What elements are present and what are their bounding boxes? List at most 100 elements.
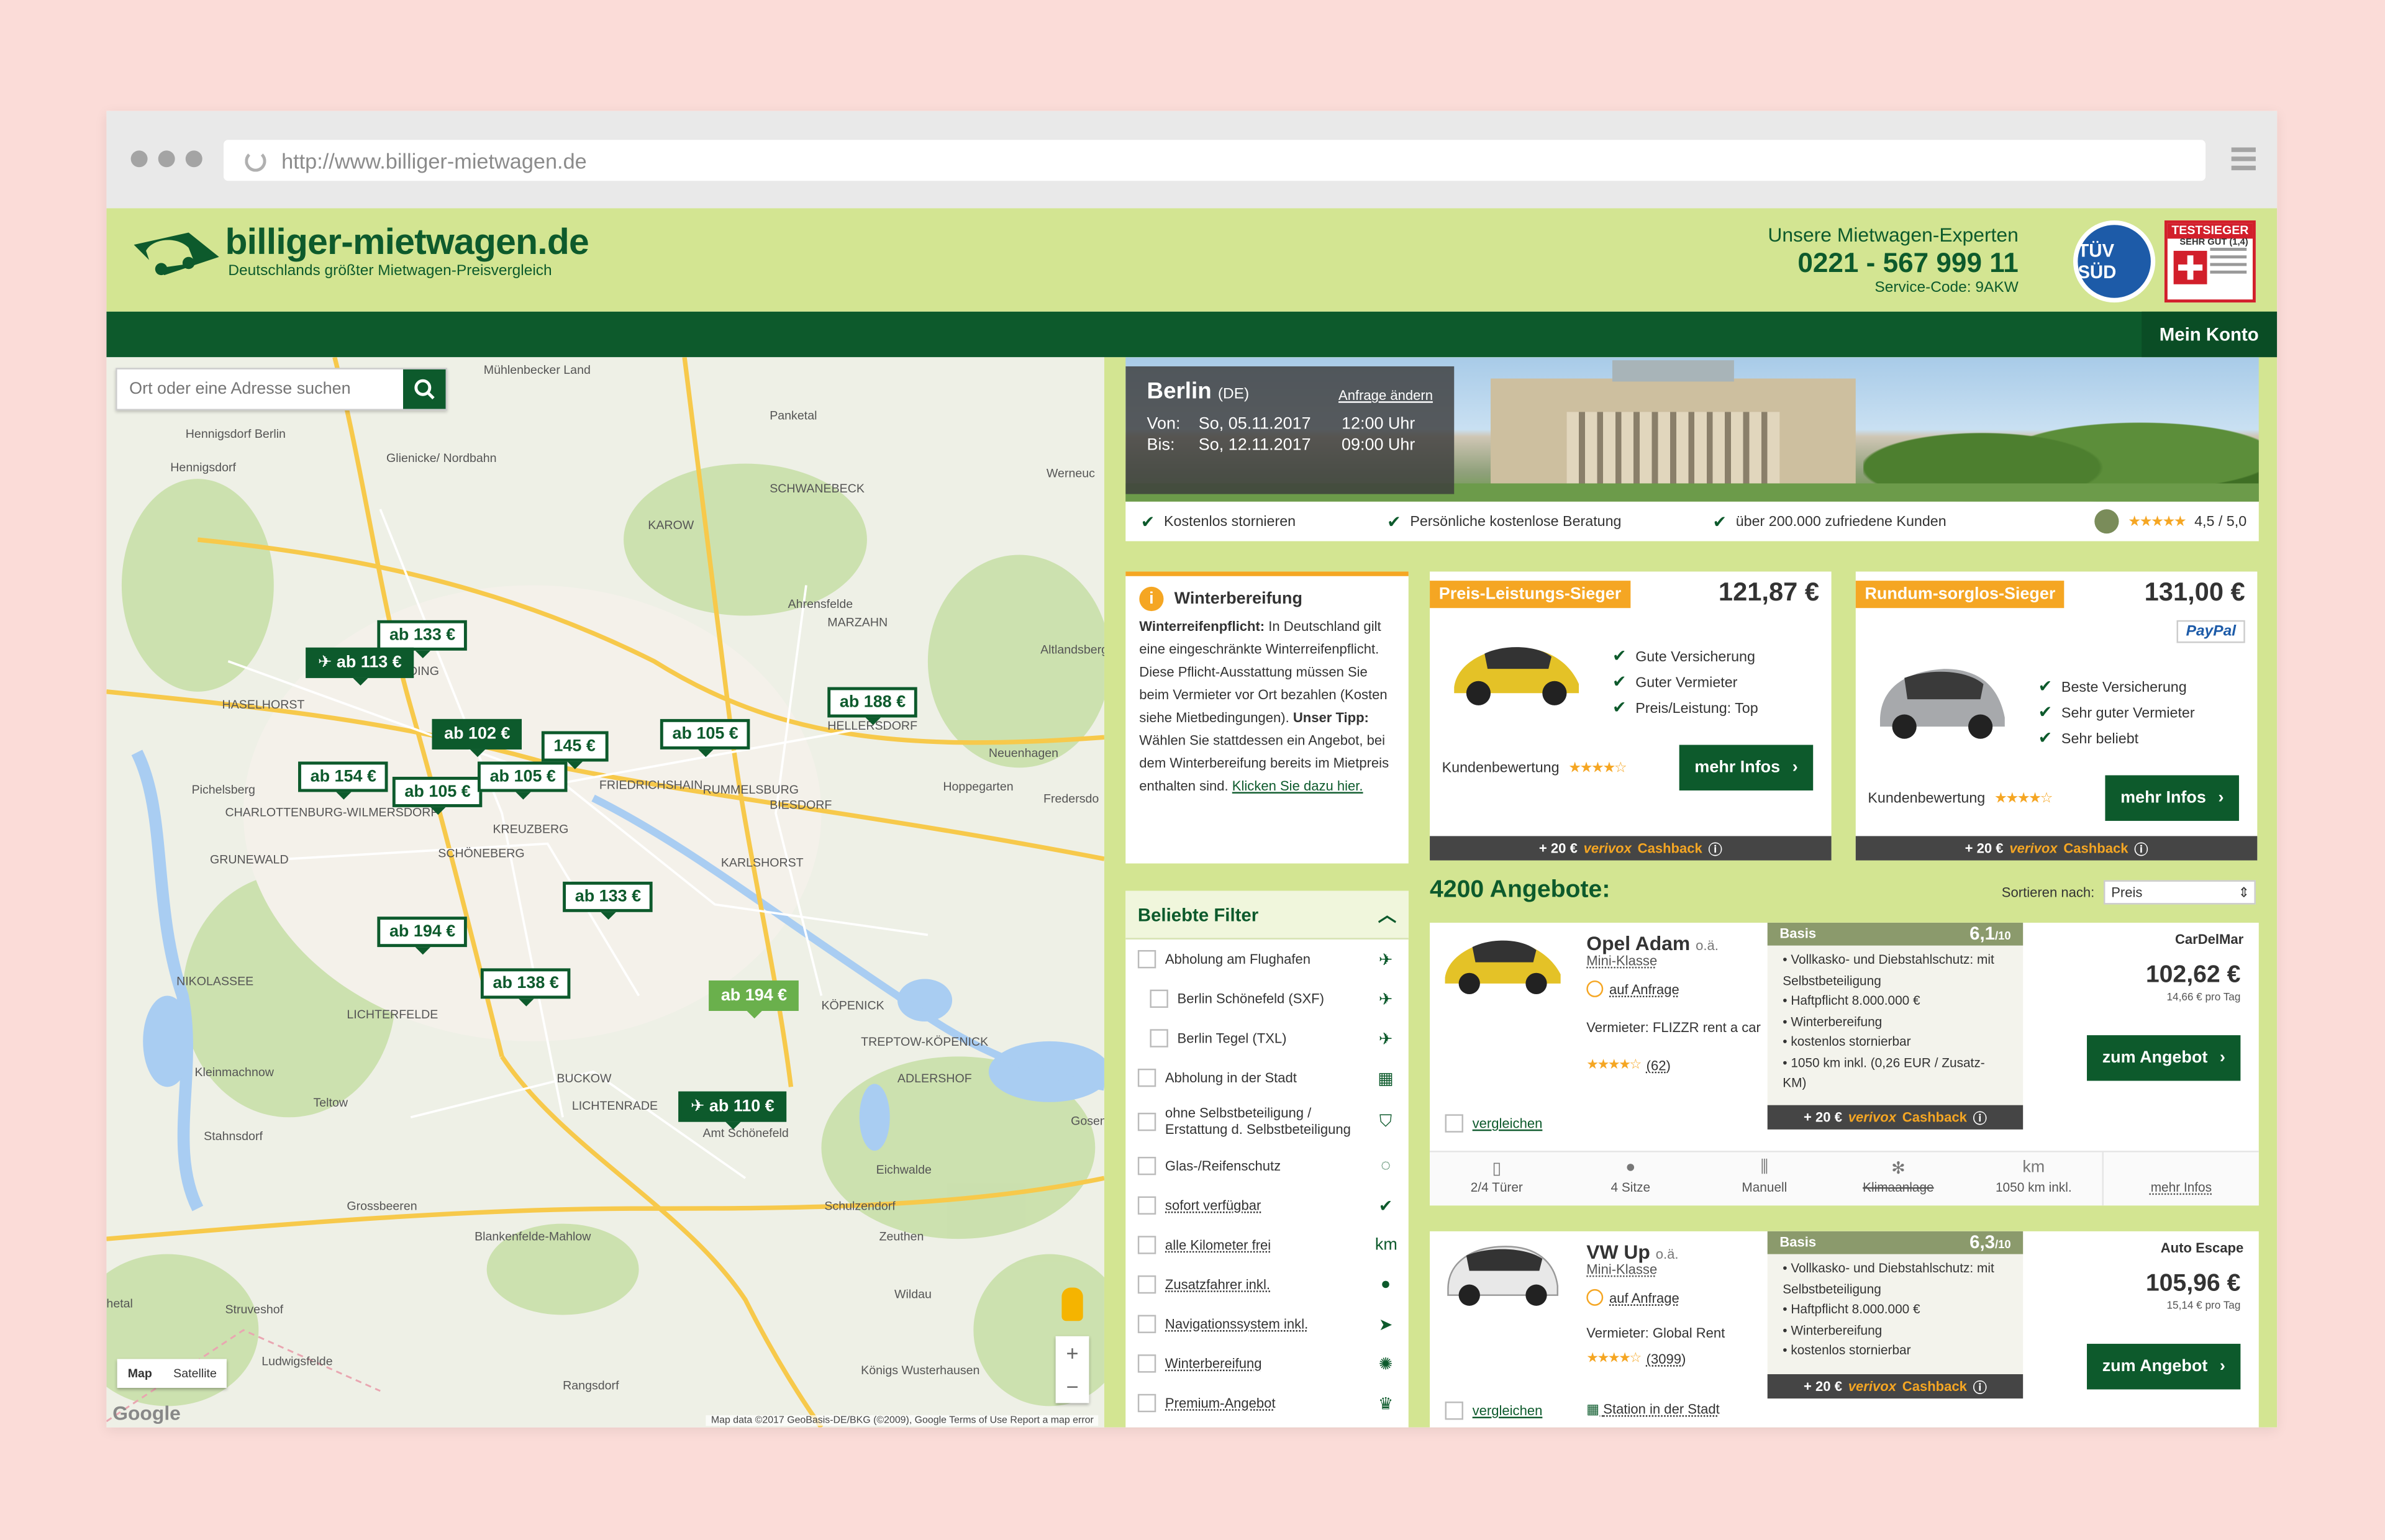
availability[interactable]: auf Anfrage bbox=[1586, 1289, 1679, 1306]
map-price-pin[interactable]: ab 133 € bbox=[563, 881, 653, 920]
filter-option[interactable]: Zusatzfahrer inkl. ● bbox=[1125, 1265, 1409, 1305]
street-view-pegman-icon[interactable] bbox=[1061, 1287, 1083, 1321]
car-class[interactable]: Mini-Klasse bbox=[1586, 1262, 1657, 1277]
map-search-input[interactable] bbox=[117, 369, 403, 409]
info-icon[interactable]: ⓘ bbox=[1973, 1107, 1987, 1127]
to-offer-button[interactable]: zum Angebot › bbox=[2087, 1344, 2241, 1390]
more-info-button[interactable]: mehr Infos › bbox=[1679, 745, 1814, 790]
offer-card[interactable]: Opel Adam o.ä. Mini-Klasse auf Anfrage V… bbox=[1430, 922, 2259, 1206]
logo[interactable]: billiger-mietwagen.de Deutschlands größt… bbox=[128, 223, 589, 288]
cashback-bar[interactable]: + 20 € verivox Cashback ⓘ bbox=[1430, 836, 1832, 861]
menu-icon[interactable] bbox=[2231, 147, 2256, 174]
offer-card[interactable]: VW Up o.ä. Mini-Klasse auf Anfrage Vermi… bbox=[1430, 1231, 2259, 1428]
more-info-button[interactable]: mehr Infos › bbox=[2105, 775, 2239, 821]
filter-checkbox[interactable] bbox=[1137, 1196, 1156, 1215]
more-info-link[interactable]: mehr Infos bbox=[2102, 1152, 2259, 1206]
compare-checkbox[interactable]: vergleichen bbox=[1445, 1114, 1542, 1133]
chevron-up-icon[interactable]: ︿ bbox=[1378, 902, 1396, 928]
phone-number[interactable]: 0221 - 567 999 11 bbox=[1768, 247, 2018, 280]
filter-checkbox[interactable] bbox=[1137, 1354, 1156, 1373]
cashback-bar[interactable]: + 20 € verivox Cashback ⓘ bbox=[1855, 836, 2258, 861]
filter-option[interactable]: Berlin Schönefeld (SXF) ✈ bbox=[1125, 979, 1409, 1019]
filter-checkbox[interactable] bbox=[1137, 1315, 1156, 1333]
map-price-pin[interactable]: ab 133 € bbox=[377, 620, 468, 658]
map-price-pin[interactable]: ab 154 € bbox=[298, 761, 389, 800]
car-class[interactable]: Mini-Klasse bbox=[1586, 953, 1657, 968]
station-location[interactable]: ▦ Station in der Stadt bbox=[1586, 1402, 1719, 1418]
map-search-button[interactable] bbox=[402, 369, 446, 409]
cashback-bar[interactable]: + 20 € verivox Cashback ⓘ bbox=[1767, 1105, 2024, 1130]
filter-option[interactable]: Berlin Tegel (TXL) ✈ bbox=[1125, 1018, 1409, 1058]
account-link[interactable]: Mein Konto bbox=[2141, 311, 2278, 358]
vendor: Vermieter: FLIZZR rent a car bbox=[1586, 1020, 1761, 1036]
filter-checkbox[interactable] bbox=[1137, 950, 1156, 969]
car-image-opel-adam bbox=[1445, 940, 1561, 994]
map-price-pin[interactable]: ab 138 € bbox=[480, 968, 571, 1007]
filter-icon: ♛ bbox=[1378, 1395, 1394, 1413]
review-count[interactable]: (3099) bbox=[1647, 1351, 1686, 1366]
car-model[interactable]: VW Up bbox=[1586, 1241, 1650, 1264]
map[interactable]: Mühlenbecker Land Hennigsdorf Berlin Henni… bbox=[106, 357, 1104, 1428]
map-place-label: ADLERSHOF bbox=[897, 1071, 972, 1085]
zoom-out-button[interactable]: − bbox=[1056, 1370, 1089, 1403]
filter-option[interactable]: Navigationssystem inkl. ➤ bbox=[1125, 1304, 1409, 1344]
filter-option[interactable]: ohne Selbstbeteiligung / Erstattung d. S… bbox=[1125, 1097, 1409, 1146]
map-price-pin[interactable]: ✈ ab 110 € bbox=[678, 1091, 787, 1130]
customer-rating[interactable]: ★★★★★ 4,5 / 5,0 bbox=[2094, 509, 2246, 534]
filter-icon: ◌ bbox=[1381, 1156, 1391, 1175]
availability[interactable]: auf Anfrage bbox=[1586, 980, 1679, 997]
map-price-pin[interactable]: ab 194 € bbox=[377, 917, 468, 955]
map-price-pin[interactable]: ab 194 € bbox=[709, 980, 799, 1019]
to-offer-button[interactable]: zum Angebot › bbox=[2087, 1035, 2241, 1081]
zoom-in-button[interactable]: + bbox=[1056, 1336, 1089, 1370]
verivox-logo: verivox bbox=[1848, 1379, 1896, 1394]
change-request-link[interactable]: Anfrage ändern bbox=[1338, 387, 1433, 402]
cashback-label: Cashback bbox=[1902, 1110, 1967, 1125]
reload-icon[interactable] bbox=[245, 150, 266, 171]
map-price-pin[interactable]: ab 188 € bbox=[827, 687, 918, 725]
review-count[interactable]: (62) bbox=[1647, 1058, 1671, 1072]
hero-banner: Berlin (DE) Anfrage ändern Von: So, 05.1… bbox=[1125, 357, 2259, 502]
window-controls[interactable] bbox=[130, 150, 202, 168]
filter-checkbox[interactable] bbox=[1150, 989, 1168, 1008]
filter-option[interactable]: Premium-Angebot ♛ bbox=[1125, 1384, 1409, 1423]
map-type-map[interactable]: Map bbox=[117, 1359, 163, 1388]
address-bar[interactable]: http://www.billiger-mietwagen.de bbox=[224, 140, 2206, 181]
filter-header[interactable]: Beliebte Filter ︿ bbox=[1125, 890, 1409, 940]
map-attribution[interactable]: Map data ©2017 GeoBasis-DE/BKG (©2009), … bbox=[706, 1415, 1099, 1426]
filter-checkbox[interactable] bbox=[1150, 1029, 1168, 1048]
filter-option[interactable]: Abholung am Flughafen ✈ bbox=[1125, 940, 1409, 979]
map-price-pin[interactable]: ab 102 € bbox=[432, 718, 523, 758]
filter-option[interactable]: Winterbereifung ✺ bbox=[1125, 1344, 1409, 1384]
info-icon[interactable]: ⓘ bbox=[1709, 838, 1722, 858]
filter-checkbox[interactable] bbox=[1137, 1275, 1156, 1294]
filter-checkbox[interactable] bbox=[1137, 1156, 1156, 1175]
offer-price: 105,96 € bbox=[2145, 1270, 2241, 1297]
filter-option[interactable]: Glas-/Reifenschutz ◌ bbox=[1125, 1146, 1409, 1186]
hero-country: (DE) bbox=[1217, 386, 1250, 403]
map-price-pin[interactable]: ab 105 € bbox=[392, 776, 483, 815]
compare-checkbox[interactable]: vergleichen bbox=[1445, 1402, 1542, 1420]
map-price-pin[interactable]: 145 € bbox=[541, 731, 608, 769]
map-price-pin[interactable]: ✈ ab 113 € bbox=[306, 647, 414, 686]
winter-link[interactable]: Klicken Sie dazu hier. bbox=[1232, 778, 1363, 793]
map-price-pin[interactable]: ab 105 € bbox=[477, 761, 568, 800]
car-model[interactable]: Opel Adam bbox=[1586, 932, 1690, 955]
cashback-label: Cashback bbox=[1637, 840, 1702, 856]
filter-option[interactable]: sofort verfügbar ✔ bbox=[1125, 1185, 1409, 1225]
filter-option[interactable]: Abholung in der Stadt ▦ bbox=[1125, 1058, 1409, 1098]
rating-stars-icon: ★★★★☆ bbox=[1994, 790, 2053, 807]
filter-checkbox[interactable] bbox=[1137, 1112, 1156, 1131]
url-text[interactable]: http://www.billiger-mietwagen.de bbox=[281, 148, 587, 173]
info-icon[interactable]: ⓘ bbox=[2134, 838, 2148, 858]
info-icon[interactable]: ⓘ bbox=[1973, 1377, 1987, 1397]
filter-option[interactable]: alle Kilometer frei km bbox=[1125, 1225, 1409, 1265]
map-price-pin[interactable]: ab 105 € bbox=[660, 718, 751, 758]
map-type-satellite[interactable]: Satellite bbox=[163, 1359, 227, 1388]
cashback-bar[interactable]: + 20 € verivox Cashback ⓘ bbox=[1767, 1374, 2024, 1399]
rating-label: Kundenbewertung bbox=[1442, 760, 1560, 777]
sort-select[interactable]: Preis ⇕ bbox=[2103, 880, 2256, 905]
filter-checkbox[interactable] bbox=[1137, 1393, 1156, 1413]
filter-checkbox[interactable] bbox=[1137, 1068, 1156, 1087]
filter-checkbox[interactable] bbox=[1137, 1236, 1156, 1254]
